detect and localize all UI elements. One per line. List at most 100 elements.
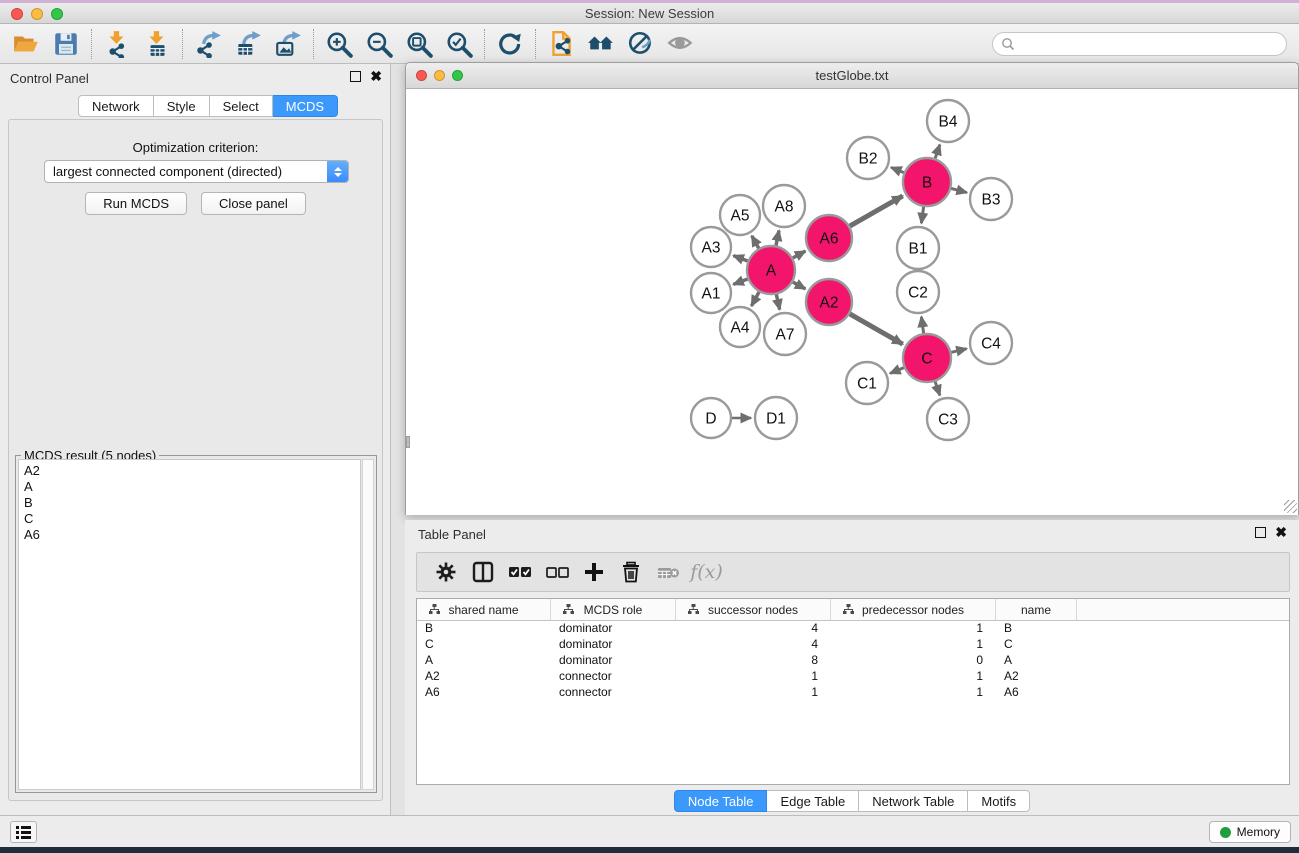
graph-node-B4[interactable]: B4 xyxy=(927,100,969,142)
graph-edge-C-C2[interactable] xyxy=(921,317,923,333)
graph-node-A5[interactable]: A5 xyxy=(720,195,760,235)
tab-edge-table[interactable]: Edge Table xyxy=(767,790,859,812)
graph-edge-A2-C[interactable] xyxy=(850,314,903,344)
close-panel-button[interactable]: Close panel xyxy=(201,192,306,215)
optimization-criterion-select[interactable]: largest connected component (directed) xyxy=(44,160,349,183)
graph-node-C4[interactable]: C4 xyxy=(970,322,1012,364)
memory-button[interactable]: Memory xyxy=(1209,821,1291,843)
show-graphics-details-button[interactable] xyxy=(661,27,701,61)
export-table-button[interactable] xyxy=(228,27,268,61)
import-network-button[interactable] xyxy=(97,27,137,61)
close-table-panel-icon[interactable]: ✖ xyxy=(1275,527,1287,538)
search-input[interactable] xyxy=(1015,37,1278,51)
graph-node-C1[interactable]: C1 xyxy=(846,362,888,404)
export-network-button[interactable] xyxy=(188,27,228,61)
network-file-button[interactable] xyxy=(541,27,581,61)
save-session-button[interactable] xyxy=(46,27,86,61)
float-table-panel-icon[interactable] xyxy=(1255,527,1266,538)
close-panel-icon[interactable]: ✖ xyxy=(370,71,382,82)
column-header-predecessor-nodes[interactable]: predecessor nodes xyxy=(831,599,996,620)
delete-table-button[interactable] xyxy=(649,556,686,588)
graph-node-D1[interactable]: D1 xyxy=(755,397,797,439)
tab-network-table[interactable]: Network Table xyxy=(859,790,968,812)
mcds-result-list[interactable]: A2ABCA6 xyxy=(18,459,361,790)
zoom-window-button[interactable] xyxy=(51,8,63,20)
graph-node-A[interactable]: A xyxy=(747,246,795,294)
hide-graphics-details-button[interactable] xyxy=(621,27,661,61)
tab-select[interactable]: Select xyxy=(210,95,273,117)
column-header-MCDS-role[interactable]: MCDS role xyxy=(551,599,676,620)
graph-node-D[interactable]: D xyxy=(691,398,731,438)
graph-node-A4[interactable]: A4 xyxy=(720,307,760,347)
graph-edge-A-A8[interactable] xyxy=(776,230,779,245)
network-graph[interactable]: B4 B2 B B3 A8A5 A6 A3 B1 A A1 C2 A2 A4A7 C4 C C1 C3 D D1 xyxy=(406,89,1298,515)
home-button[interactable] xyxy=(581,27,621,61)
minimize-window-button[interactable] xyxy=(31,8,43,20)
deselect-all-checkboxes-button[interactable] xyxy=(538,556,575,588)
select-all-checkboxes-button[interactable] xyxy=(501,556,538,588)
network-minimize-button[interactable] xyxy=(434,70,445,81)
result-item[interactable]: A xyxy=(24,479,360,495)
add-row-button[interactable] xyxy=(575,556,612,588)
import-table-button[interactable] xyxy=(137,27,177,61)
table-row[interactable]: Adominator80A xyxy=(417,653,1289,669)
function-builder-button[interactable]: f(x) xyxy=(686,556,723,588)
graph-node-A2[interactable]: A2 xyxy=(806,279,852,325)
table-row[interactable]: Cdominator41C xyxy=(417,637,1289,653)
network-zoom-button[interactable] xyxy=(452,70,463,81)
graph-edge-A-A1[interactable] xyxy=(733,279,747,284)
network-window-titlebar[interactable]: testGlobe.txt xyxy=(406,63,1298,89)
graph-node-A3[interactable]: A3 xyxy=(691,227,731,267)
graph-node-A8[interactable]: A8 xyxy=(763,185,805,227)
graph-edge-B-B3[interactable] xyxy=(951,188,967,192)
zoom-fit-button[interactable] xyxy=(399,27,439,61)
graph-edge-A6-B[interactable] xyxy=(850,196,903,226)
graph-node-A7[interactable]: A7 xyxy=(764,313,806,355)
column-header-name[interactable]: name xyxy=(996,599,1077,620)
task-history-button[interactable] xyxy=(10,821,37,843)
graph-node-B3[interactable]: B3 xyxy=(970,178,1012,220)
column-header-shared-name[interactable]: shared name xyxy=(417,599,551,620)
result-item[interactable]: C xyxy=(24,511,360,527)
table-row[interactable]: Bdominator41B xyxy=(417,621,1289,637)
graph-edge-C-C4[interactable] xyxy=(951,349,966,353)
zoom-selected-button[interactable] xyxy=(439,27,479,61)
graph-node-A6[interactable]: A6 xyxy=(806,215,852,261)
graph-edge-C-C1[interactable] xyxy=(890,368,904,374)
graph-edge-A-A3[interactable] xyxy=(733,256,747,261)
run-mcds-button[interactable]: Run MCDS xyxy=(85,192,187,215)
open-session-button[interactable] xyxy=(6,27,46,61)
tab-motifs[interactable]: Motifs xyxy=(968,790,1030,812)
result-item[interactable]: B xyxy=(24,495,360,511)
graph-edge-A-A5[interactable] xyxy=(752,236,759,248)
tab-network[interactable]: Network xyxy=(78,95,154,117)
table-row[interactable]: A2connector11A2 xyxy=(417,669,1289,685)
export-image-button[interactable] xyxy=(268,27,308,61)
graph-node-C3[interactable]: C3 xyxy=(927,398,969,440)
graph-edge-B-B1[interactable] xyxy=(921,207,923,223)
columns-button[interactable] xyxy=(464,556,501,588)
graph-edge-A-A7[interactable] xyxy=(776,294,779,309)
delete-row-button[interactable] xyxy=(612,556,649,588)
tab-style[interactable]: Style xyxy=(154,95,210,117)
graph-node-A1[interactable]: A1 xyxy=(691,273,731,313)
graph-node-B1[interactable]: B1 xyxy=(897,227,939,269)
graph-edge-C-C3[interactable] xyxy=(935,382,940,396)
splitter-handle[interactable] xyxy=(406,436,410,448)
result-item[interactable]: A6 xyxy=(24,527,360,543)
refresh-button[interactable] xyxy=(490,27,530,61)
network-canvas[interactable]: B4 B2 B B3 A8A5 A6 A3 B1 A A1 C2 A2 A4A7 C4 C C1 C3 D D1 xyxy=(406,89,1298,515)
settings-gear-button[interactable] xyxy=(427,556,464,588)
graph-node-B[interactable]: B xyxy=(903,158,951,206)
tab-mcds[interactable]: MCDS xyxy=(273,95,338,117)
graph-edge-A-A2[interactable] xyxy=(793,282,805,289)
graph-node-C2[interactable]: C2 xyxy=(897,271,939,313)
result-scrollbar[interactable] xyxy=(362,459,374,790)
graph-edge-A-A4[interactable] xyxy=(751,292,759,306)
network-close-button[interactable] xyxy=(416,70,427,81)
window-resize-grip[interactable] xyxy=(1284,500,1297,513)
graph-node-C[interactable]: C xyxy=(903,334,951,382)
zoom-out-button[interactable] xyxy=(359,27,399,61)
graph-node-B2[interactable]: B2 xyxy=(847,137,889,179)
graph-edge-B-B4[interactable] xyxy=(935,145,940,159)
